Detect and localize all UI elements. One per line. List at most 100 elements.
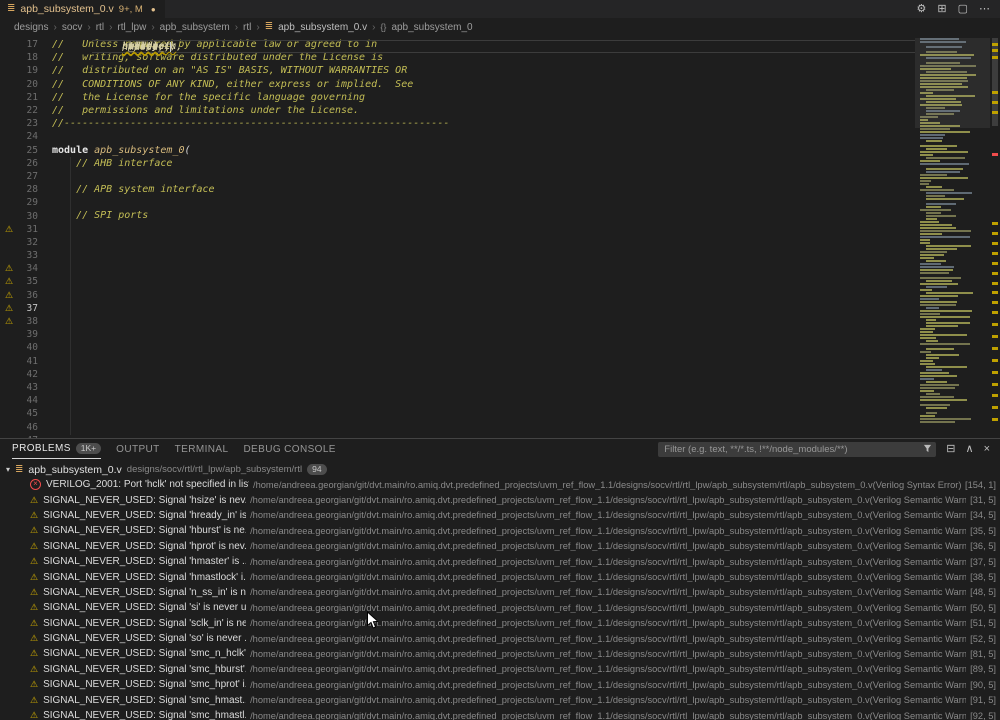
code-line-26[interactable]: // AHB interface	[46, 157, 915, 170]
code-line-22[interactable]: // permissions and limitations under the…	[46, 104, 915, 117]
verilog-file-icon: ≣	[265, 22, 273, 32]
line-number-44[interactable]: 44	[0, 394, 46, 407]
problems-filter[interactable]	[658, 442, 936, 457]
line-number-46[interactable]: 46	[0, 420, 46, 433]
breadcrumb-symbol[interactable]: apb_subsystem_0	[391, 22, 472, 33]
line-number-17[interactable]: 17	[0, 38, 46, 51]
filter-input[interactable]	[662, 444, 923, 455]
line-number-19[interactable]: 19	[0, 64, 46, 77]
line-number-36[interactable]: ⚠36	[0, 289, 46, 302]
line-number-20[interactable]: 20	[0, 78, 46, 91]
code-line-42[interactable]	[46, 170, 915, 183]
breadcrumb-folder-designs[interactable]: designs	[14, 22, 48, 33]
maximize-panel-icon[interactable]: ∧	[966, 439, 974, 459]
gear-icon[interactable]: ⚙	[917, 0, 927, 18]
line-number-42[interactable]: 42	[0, 368, 46, 381]
collapse-all-icon[interactable]: ⊟	[946, 439, 955, 459]
line-number-37[interactable]: ⚠37	[0, 302, 46, 315]
line-number-43[interactable]: 43	[0, 381, 46, 394]
problem-position: [89, 5]	[970, 664, 1000, 674]
line-number-35[interactable]: ⚠35	[0, 275, 46, 288]
code-line-21[interactable]: // the License for the specific language…	[46, 91, 915, 104]
code-line-46[interactable]	[46, 196, 915, 209]
line-number-22[interactable]: 22	[0, 104, 46, 117]
breadcrumb-folder-apb_subsystem[interactable]: apb_subsystem	[160, 22, 230, 33]
panel-tab-terminal[interactable]: TERMINAL	[175, 439, 229, 459]
tab-apb-subsystem-0[interactable]: ≣ apb_subsystem_0.v 9+, M ●	[0, 0, 165, 18]
code-line-47[interactable]: // SPI ports	[46, 209, 915, 222]
line-number-27[interactable]: 27	[0, 170, 46, 183]
breadcrumb-folder-socv[interactable]: socv	[62, 22, 83, 33]
panel-tab-debug-console[interactable]: DEBUG CONSOLE	[243, 439, 335, 459]
line-number-26[interactable]: 26	[0, 157, 46, 170]
line-number-39[interactable]: 39	[0, 328, 46, 341]
filter-funnel-icon[interactable]	[923, 440, 932, 458]
problem-row-15[interactable]: ⚠SIGNAL_NEVER_USED: Signal 'smc_hmastl..…	[0, 708, 1000, 720]
code-area[interactable]: // Unless required by applicable law or …	[46, 38, 915, 223]
line-number-25[interactable]: 25	[0, 144, 46, 157]
breadcrumb-file[interactable]: apb_subsystem_0.v	[278, 22, 367, 33]
problem-row-14[interactable]: ⚠SIGNAL_NEVER_USED: Signal 'smc_hmast...…	[0, 692, 1000, 707]
line-number-23[interactable]: 23	[0, 117, 46, 130]
breadcrumb-folder-rtl[interactable]: rtl	[243, 22, 251, 33]
line-number-34[interactable]: ⚠34	[0, 262, 46, 275]
line-number-45[interactable]: 45	[0, 407, 46, 420]
code-line-25[interactable]: module apb_subsystem_0(	[46, 144, 915, 157]
ruler-warning-mark	[992, 43, 998, 46]
code-line-43[interactable]: // APB system interface	[46, 183, 915, 196]
line-number-38[interactable]: ⚠38	[0, 315, 46, 328]
problem-row-4[interactable]: ⚠SIGNAL_NEVER_USED: Signal 'hprot' is ne…	[0, 539, 1000, 554]
problem-row-8[interactable]: ⚠SIGNAL_NEVER_USED: Signal 'si' is never…	[0, 600, 1000, 615]
problem-row-1[interactable]: ⚠SIGNAL_NEVER_USED: Signal 'hsize' is ne…	[0, 492, 1000, 507]
close-panel-icon[interactable]: ×	[984, 439, 990, 459]
problems-file-group[interactable]: ▾ ≣ apb_subsystem_0.v designs/socv/rtl/r…	[0, 462, 1000, 477]
overview-ruler[interactable]	[990, 36, 1000, 438]
breadcrumb-folder-rtl[interactable]: rtl	[96, 22, 104, 33]
code-line-24[interactable]	[46, 130, 915, 143]
panel-tab-output[interactable]: OUTPUT	[116, 439, 160, 459]
layout-icon[interactable]: ▢	[958, 0, 968, 18]
line-number-31[interactable]: ⚠31	[0, 223, 46, 236]
problem-message: SIGNAL_NEVER_USED: Signal 'smc_hmastl...	[43, 710, 246, 720]
problem-row-12[interactable]: ⚠SIGNAL_NEVER_USED: Signal 'smc_hburst'.…	[0, 662, 1000, 677]
line-number-33[interactable]: 33	[0, 249, 46, 262]
editor[interactable]: 1718192021222324252627282930⚠313233⚠34⚠3…	[0, 36, 1000, 438]
more-actions-icon[interactable]: ⋯	[979, 0, 990, 18]
problem-row-11[interactable]: ⚠SIGNAL_NEVER_USED: Signal 'smc_n_hclk' …	[0, 646, 1000, 661]
line-number-41[interactable]: 41	[0, 355, 46, 368]
breadcrumb-folder-rtl_lpw[interactable]: rtl_lpw	[117, 22, 146, 33]
problem-row-3[interactable]: ⚠SIGNAL_NEVER_USED: Signal 'hburst' is n…	[0, 523, 1000, 538]
minimap-slider[interactable]	[915, 38, 990, 128]
panel-tab-problems[interactable]: PROBLEMS1K+	[12, 439, 101, 459]
problem-row-10[interactable]: ⚠SIGNAL_NEVER_USED: Signal 'so' is never…	[0, 631, 1000, 646]
problem-row-9[interactable]: ⚠SIGNAL_NEVER_USED: Signal 'sclk_in' is …	[0, 616, 1000, 631]
line-number-21[interactable]: 21	[0, 91, 46, 104]
code-line-20[interactable]: // CONDITIONS OF ANY KIND, either expres…	[46, 78, 915, 91]
line-number-40[interactable]: 40	[0, 341, 46, 354]
line-number-32[interactable]: 32	[0, 236, 46, 249]
problem-row-7[interactable]: ⚠SIGNAL_NEVER_USED: Signal 'n_ss_in' is …	[0, 585, 1000, 600]
code-line-19[interactable]: // distributed on an "AS IS" BASIS, WITH…	[46, 64, 915, 77]
problem-row-6[interactable]: ⚠SIGNAL_NEVER_USED: Signal 'hmastlock' i…	[0, 569, 1000, 584]
line-number-30[interactable]: 30	[0, 209, 46, 222]
code-line-45[interactable]: n_preset,	[92, 40, 961, 53]
chevron-down-icon[interactable]: ▾	[6, 465, 10, 474]
ruler-warning-mark	[992, 272, 998, 275]
ruler-warning-mark	[992, 252, 998, 255]
problem-row-13[interactable]: ⚠SIGNAL_NEVER_USED: Signal 'smc_hprot' i…	[0, 677, 1000, 692]
split-editor-icon[interactable]: ⊞	[937, 0, 946, 18]
line-number-28[interactable]: 28	[0, 183, 46, 196]
line-number-24[interactable]: 24	[0, 130, 46, 143]
line-number-18[interactable]: 18	[0, 51, 46, 64]
indent-guide	[70, 157, 71, 435]
problem-row-5[interactable]: ⚠SIGNAL_NEVER_USED: Signal 'hmaster' is …	[0, 554, 1000, 569]
problem-row-2[interactable]: ⚠SIGNAL_NEVER_USED: Signal 'hready_in' i…	[0, 508, 1000, 523]
ruler-warning-mark	[992, 418, 998, 421]
line-number-29[interactable]: 29	[0, 196, 46, 209]
code-line-23[interactable]: //--------------------------------------…	[46, 117, 915, 130]
problem-row-0[interactable]: ×VERILOG_2001: Port 'hclk' not specified…	[0, 477, 1000, 492]
problem-position: [91, 5]	[970, 695, 1000, 705]
minimap[interactable]	[915, 36, 990, 438]
tab-dirty-indicator[interactable]: ●	[151, 5, 156, 14]
warning-icon: ⚠	[30, 665, 38, 674]
